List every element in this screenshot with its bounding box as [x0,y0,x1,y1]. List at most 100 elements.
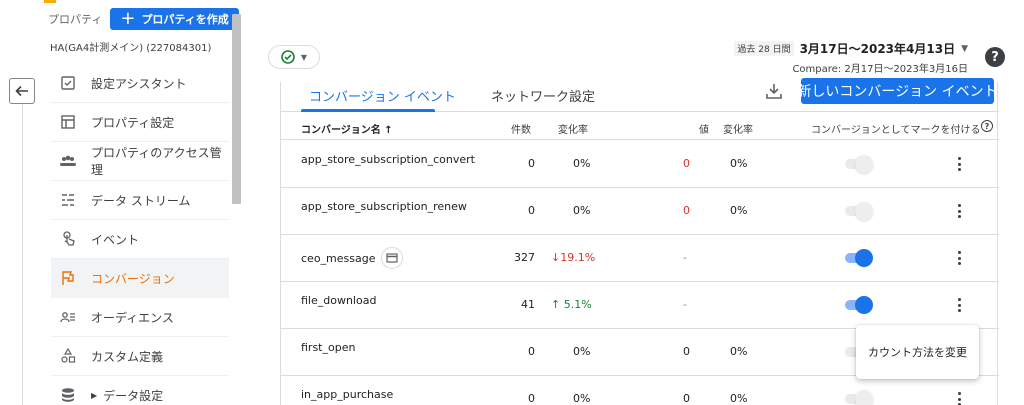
arrow-up-icon: ↑ [551,298,561,311]
sidebar-item-label: 設定アシスタント [91,76,187,91]
count-change-value: 0% [573,157,591,170]
more-vert-icon[interactable] [953,155,965,173]
sidebar-item-conversions[interactable]: コンバージョン [51,259,229,298]
conversion-name: file_download [301,294,376,307]
back-button[interactable] [9,78,35,104]
conversion-name: in_app_purchase [301,388,393,401]
value-cell: 0 [683,157,690,170]
sidebar-item-audiences[interactable]: オーディエンス [51,298,229,337]
more-vert-icon[interactable] [953,296,965,314]
value-cell: - [683,251,687,264]
table-row: file_download 41 ↑ 5.1% - [281,282,999,329]
sidebar-item-label: イベント [91,232,140,247]
more-vert-icon[interactable] [953,202,965,220]
calendar-icon[interactable] [381,247,404,269]
value-change-cell: 0% [730,157,748,170]
check-circle-icon [281,50,295,64]
sidebar-item-setup-assistant[interactable]: 設定アシスタント [51,64,229,103]
table-header: コンバージョン名 ↑ 件数 変化率 値 変化率 コンバージョンとしてマークを付け… [281,112,999,140]
more-vert-icon[interactable] [953,390,965,405]
arrow-down-icon: ↓ [551,251,561,264]
conversion-name: app_store_subscription_renew [301,200,467,213]
conversion-name: first_open [301,341,355,354]
menu-item-change-counting-method[interactable]: カウント方法を変更 [868,344,967,360]
date-preset-badge: 過去 28 日間 [734,41,794,56]
create-property-label: プロパティを作成 [141,13,229,26]
count-change-value: 0% [573,204,591,217]
more-vert-icon[interactable] [953,249,965,267]
column-header-value-change[interactable]: 変化率 [723,121,753,136]
mark-conversion-toggle[interactable] [843,202,873,220]
checklist-icon [59,74,77,92]
audience-icon [59,308,77,326]
status-dropdown[interactable]: ▼ [268,45,320,69]
conversion-name: ceo_message [301,247,404,269]
property-header: プロパティ + プロパティを作成 [48,8,239,30]
value-change-cell: 0% [730,392,748,405]
people-icon [59,152,77,170]
mark-conversion-toggle[interactable] [843,390,873,405]
admin-nav: 設定アシスタント プロパティ設定 プロパティのアクセス管理 データ ストリーム … [51,64,229,405]
chevron-down-icon: ▼ [961,43,968,54]
caret-right-icon: ▶ [91,390,98,400]
mark-conversion-toggle[interactable] [843,155,873,173]
conversion-name: app_store_subscription_convert [301,153,475,166]
sidebar-item-label: データ設定 [103,388,164,403]
mark-conversion-toggle[interactable] [843,249,873,267]
value-cell: 0 [683,204,690,217]
data-stream-icon [59,191,77,209]
column-header-value[interactable]: 値 [699,121,709,136]
help-icon[interactable]: ? [985,47,1005,67]
value-cell: 0 [683,392,690,405]
column-header-count[interactable]: 件数 [511,121,531,136]
conversion-name-text: file_download [301,294,377,307]
count-change-value: ↑ 5.1% [551,298,592,311]
count-value: 0 [528,345,535,358]
sidebar-item-property-settings[interactable]: プロパティ設定 [51,103,229,142]
sidebar-scrollbar[interactable] [232,14,241,204]
sidebar-item-events[interactable]: イベント [51,220,229,259]
sidebar-item-data-streams[interactable]: データ ストリーム [51,181,229,220]
compare-range-text: Compare: 2月17日～2023年3月16日 [792,64,968,75]
sidebar-item-custom-definitions[interactable]: カスタム定義 [51,337,229,376]
count-value: 0 [528,204,535,217]
count-change-value: 0% [573,392,591,405]
sidebar-item-label: データ ストリーム [91,193,191,208]
count-change-text: 19.1% [560,251,596,264]
count-change-text: 5.1% [563,298,592,311]
tab-bar: コンバージョン イベント ネットワーク設定 新しいコンバージョン イベント [281,78,999,112]
help-circle-icon[interactable]: ? [981,120,993,132]
conversion-name-text: in_app_purchase [301,388,394,401]
count-value: 41 [521,298,535,311]
table-row: ceo_message 327 ↓19.1% - [281,235,999,282]
column-header-count-change[interactable]: 変化率 [558,121,588,136]
count-value: 327 [514,251,535,264]
property-label: プロパティ [48,13,103,26]
download-icon[interactable] [765,82,783,100]
column-header-mark-conversion: コンバージョンとしてマークを付ける [811,125,981,136]
sidebar-item-data-settings[interactable]: ▶ データ設定 [51,376,229,405]
new-conversion-event-button[interactable]: 新しいコンバージョン イベント [801,78,994,104]
count-value: 0 [528,157,535,170]
value-change-cell: 0% [730,204,748,217]
count-change-value: ↓19.1% [551,251,595,264]
database-icon [59,386,77,404]
change-counting-method-menu: カウント方法を変更 [856,325,979,379]
touch-icon [59,230,77,248]
count-value: 0 [528,392,535,405]
sidebar-item-label: カスタム定義 [91,349,164,364]
conversion-name-text: ceo_message [301,251,376,265]
create-property-button[interactable]: + プロパティを作成 [110,8,239,30]
flag-icon [59,269,77,287]
value-change-cell: 0% [730,345,748,358]
column-header-name[interactable]: コンバージョン名 ↑ [301,121,393,136]
tab-conversion-events[interactable]: コンバージョン イベント [309,86,456,105]
date-range-picker[interactable]: 過去 28 日間 3月17日～2023年4月13日 ▼ Compare: 2月1… [734,40,968,75]
plus-icon: + [120,8,136,29]
tab-network-settings[interactable]: ネットワーク設定 [491,86,595,105]
sidebar-item-access-management[interactable]: プロパティのアクセス管理 [51,142,229,181]
arrow-left-icon [15,85,28,97]
sidebar-item-label: プロパティのアクセス管理 [91,146,222,177]
shapes-icon [59,347,77,365]
mark-conversion-toggle[interactable] [843,296,873,314]
